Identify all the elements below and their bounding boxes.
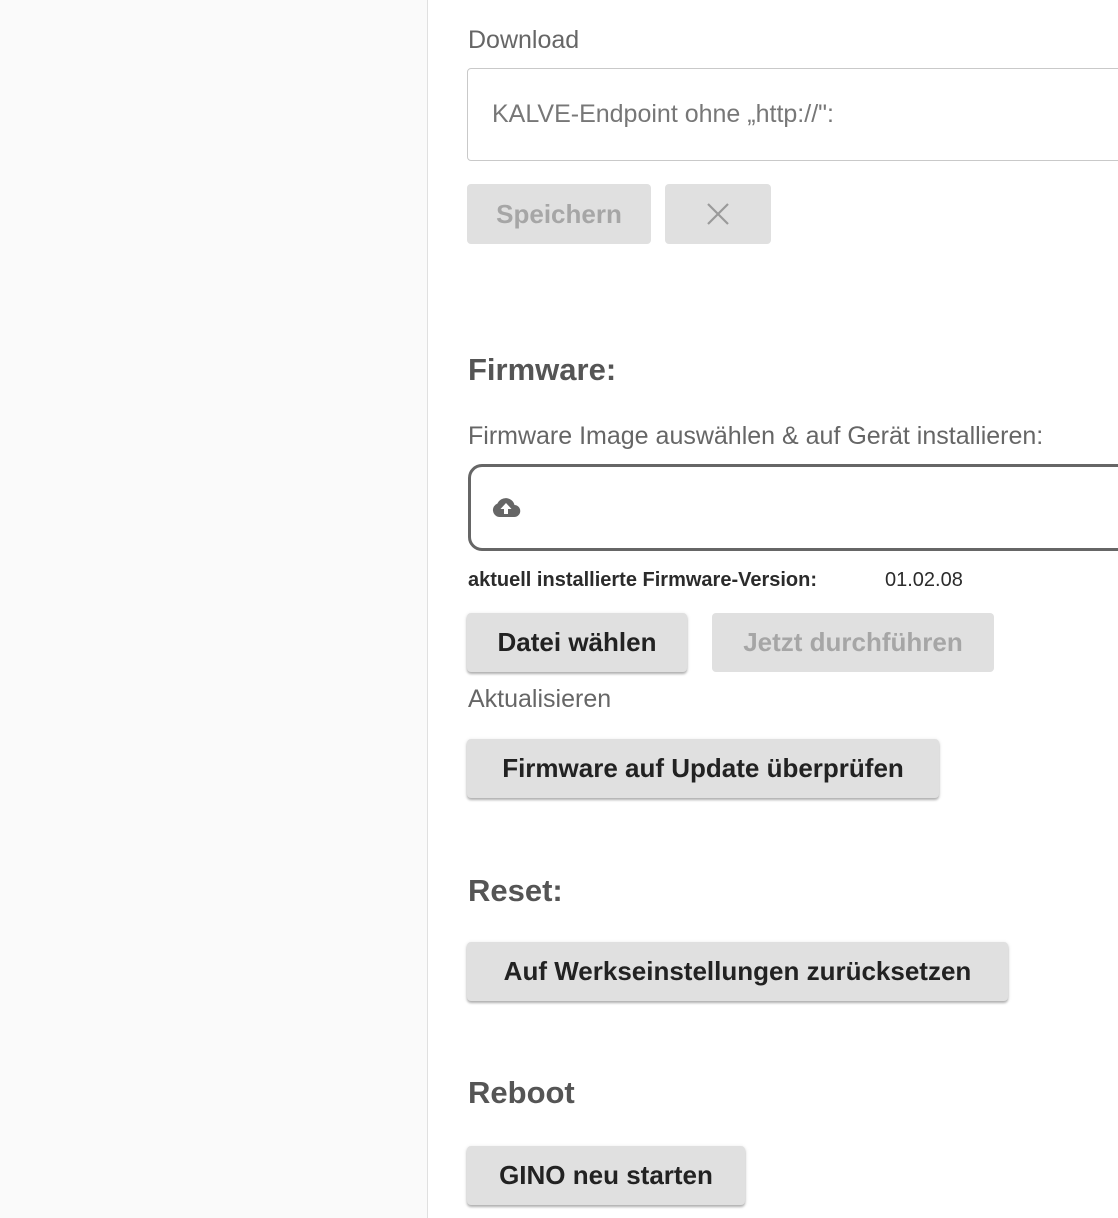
save-button[interactable]: Speichern (467, 184, 651, 244)
endpoint-input[interactable]: KALVE-Endpoint ohne „http://": (467, 68, 1118, 161)
settings-content: Download KALVE-Endpoint ohne „http://": … (0, 0, 1118, 1218)
update-label: Aktualisieren (468, 685, 612, 713)
firmware-file-input[interactable] (468, 464, 1118, 551)
firmware-image-label: Firmware Image auswählen & auf Gerät ins… (468, 422, 1044, 450)
firmware-version-label: aktuell installierte Firmware-Version: (468, 569, 818, 591)
firmware-heading: Firmware: (468, 352, 617, 387)
restart-button[interactable]: GINO neu starten (467, 1146, 745, 1205)
download-label: Download (468, 26, 580, 54)
choose-file-button[interactable]: Datei wählen (467, 613, 687, 672)
run-now-button[interactable]: Jetzt durchführen (712, 613, 994, 672)
cancel-button[interactable] (665, 184, 771, 244)
endpoint-placeholder: KALVE-Endpoint ohne „http://": (492, 100, 834, 128)
reboot-heading: Reboot (468, 1075, 575, 1110)
reset-heading: Reset: (468, 873, 563, 908)
close-icon (707, 203, 729, 225)
factory-reset-button[interactable]: Auf Werkseinstellungen zurücksetzen (467, 942, 1008, 1001)
check-update-button[interactable]: Firmware auf Update überprüfen (467, 739, 939, 798)
firmware-version-value: 01.02.08 (885, 569, 963, 591)
cloud-upload-icon (492, 498, 521, 518)
